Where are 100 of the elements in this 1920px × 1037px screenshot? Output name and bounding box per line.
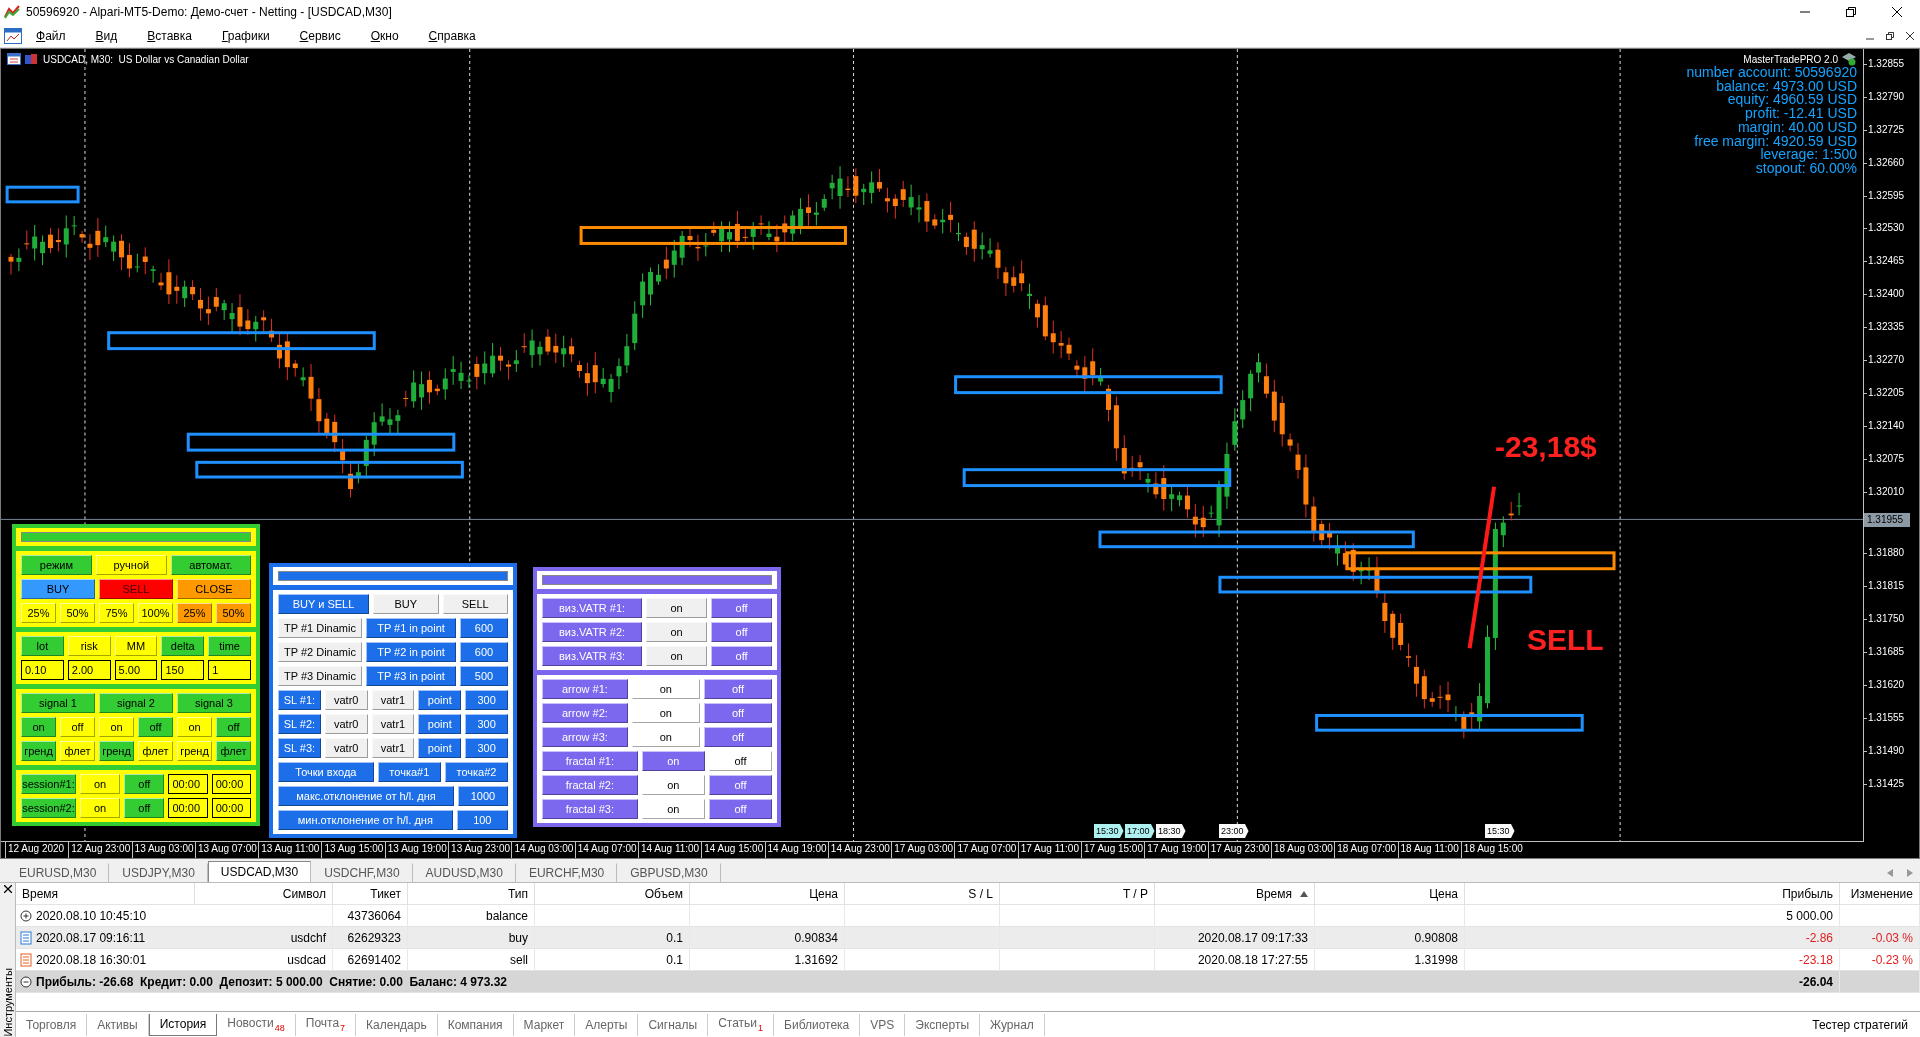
panel-button[interactable]: точка#1 [377, 762, 441, 782]
panel-button[interactable]: CLOSE [177, 579, 251, 599]
panel-button[interactable]: arrow #1: [542, 679, 628, 699]
panel-button[interactable]: 600 [460, 642, 508, 662]
panel-button[interactable]: TP #3 Dinamic [278, 666, 362, 686]
panel-button[interactable]: 1000 [457, 786, 508, 806]
chart-window-icon[interactable] [4, 27, 22, 44]
panel-button[interactable]: session#2: [21, 798, 76, 818]
panel-button[interactable]: lot [21, 636, 64, 656]
panel-button[interactable]: vatr0 [324, 714, 368, 734]
panel-button[interactable]: 100 [456, 810, 508, 830]
toolbox-tab[interactable]: Алерты [575, 1013, 639, 1036]
panel-button[interactable]: 50% [216, 603, 251, 623]
panel-button[interactable]: vatr1 [371, 738, 415, 758]
panel-button[interactable]: макс.отклонение от h/l. дня [278, 786, 454, 806]
panel-button[interactable]: 25% [21, 603, 56, 623]
panel-button[interactable]: BUY [21, 579, 95, 599]
toolbox-tab[interactable]: Журнал [980, 1013, 1045, 1036]
panel-button[interactable]: fractal #2: [542, 775, 638, 795]
panel-button[interactable]: точка#2 [444, 762, 508, 782]
panel-button[interactable]: SELL [442, 594, 508, 614]
panel-button[interactable]: SL #1: [278, 690, 321, 710]
expert-icon[interactable] [24, 53, 38, 65]
panel-button[interactable]: SL #2: [278, 714, 321, 734]
chart-tab[interactable]: USDJPY,M30 [109, 863, 208, 882]
panel-button[interactable]: автомат. [170, 555, 251, 575]
menu-item[interactable]: Справка [428, 28, 492, 43]
panel-button[interactable]: on [99, 717, 134, 737]
panel-button[interactable]: session#1: [21, 774, 76, 794]
panel-button[interactable]: point [418, 738, 462, 758]
toolbox-tab[interactable]: Компания [437, 1013, 514, 1036]
toolbox-tab[interactable]: Эксперты [905, 1013, 981, 1036]
panel-button[interactable]: SL #3: [278, 738, 321, 758]
toolbox-tab[interactable]: Почта$_{7}$ [295, 1013, 357, 1036]
panel-button[interactable]: 500 [460, 666, 508, 686]
menu-item[interactable]: Вставка [147, 28, 208, 43]
panel-button[interactable]: гренд [177, 741, 212, 761]
panel-button[interactable]: флет [138, 741, 173, 761]
chart-tab[interactable]: AUDUSD,M30 [412, 863, 516, 882]
panel-button[interactable]: виз.VATR #3: [542, 646, 643, 666]
panel-button[interactable]: off [703, 703, 772, 723]
toolbox-tab[interactable]: Маркет [513, 1013, 576, 1036]
panel-button[interactable]: on [641, 751, 705, 771]
panel-button[interactable]: on [631, 703, 700, 723]
panel-button[interactable]: on [641, 799, 705, 819]
chart-tab[interactable]: USDCHF,M30 [311, 863, 413, 882]
panel-button[interactable]: off [216, 717, 251, 737]
panel-button[interactable]: TP #2 Dinamic [278, 642, 362, 662]
input-field[interactable]: 00:00 [168, 798, 208, 818]
panel-button[interactable]: гренд [99, 741, 134, 761]
panel-button[interactable]: 600 [460, 618, 508, 638]
minus-circle-icon[interactable] [20, 976, 32, 988]
panel-button[interactable]: on [631, 679, 700, 699]
panel-button[interactable]: on [177, 717, 212, 737]
panel-button[interactable]: TP #2 in point [366, 642, 456, 662]
input-field[interactable]: 2.00 [67, 660, 111, 680]
panel-button[interactable]: signal 2 [99, 693, 173, 713]
panel-button[interactable]: signal 1 [21, 693, 95, 713]
panel-button[interactable]: флет [60, 741, 95, 761]
panel-button[interactable]: off [703, 679, 772, 699]
chart-tab[interactable]: EURUSD,M30 [6, 863, 110, 882]
menu-item[interactable]: Сервис [299, 28, 357, 43]
panel-button[interactable]: on [21, 717, 56, 737]
panel-button[interactable]: TP #3 in point [366, 666, 456, 686]
panel-button[interactable]: ручной [95, 555, 167, 575]
chart-tab[interactable]: GBPUSD,M30 [617, 863, 721, 882]
panel-button[interactable]: off [138, 717, 173, 737]
panel-button[interactable]: point [418, 714, 462, 734]
panel-button[interactable]: BUY [373, 594, 439, 614]
panel-button[interactable]: SELL [99, 579, 173, 599]
panel-button[interactable]: off [708, 775, 772, 795]
panel-button[interactable]: on [631, 727, 700, 747]
panel-button[interactable]: флет [216, 741, 251, 761]
panel-button[interactable]: delta [161, 636, 205, 656]
panel-button[interactable]: виз.VATR #2: [542, 622, 643, 642]
panel-button[interactable]: TP #1 Dinamic [278, 618, 362, 638]
panel-button[interactable]: on [646, 646, 708, 666]
input-field[interactable]: 0.10 [21, 660, 64, 680]
input-field[interactable]: 1 [208, 660, 251, 680]
panel-button[interactable]: vatr0 [324, 690, 368, 710]
plus-circle-icon[interactable] [20, 910, 32, 922]
panel-button[interactable]: off [708, 751, 772, 771]
strategy-tester-tab[interactable]: Тестер стратегий [1812, 1017, 1920, 1032]
menu-item[interactable]: Окно [370, 28, 415, 43]
panel-button[interactable]: time [208, 636, 251, 656]
menu-item[interactable]: Графики [221, 28, 286, 43]
panel-button[interactable]: vatr1 [371, 714, 415, 734]
panel-button[interactable]: режим [21, 555, 92, 575]
close-icon[interactable] [3, 885, 12, 893]
panel-button[interactable]: on [641, 775, 705, 795]
panel-button[interactable]: vatr1 [371, 690, 415, 710]
panel-button[interactable]: on [79, 798, 121, 818]
panel-button[interactable]: risk [67, 636, 111, 656]
panel-button[interactable]: 100% [138, 603, 173, 623]
panel-button[interactable]: 300 [465, 738, 508, 758]
chart-tab[interactable]: EURCHF,M30 [515, 863, 618, 882]
panel-button[interactable]: 25% [177, 603, 212, 623]
panel-button[interactable]: on [646, 622, 708, 642]
panel-button[interactable]: off [711, 646, 772, 666]
panel-button[interactable]: fractal #1: [542, 751, 638, 771]
